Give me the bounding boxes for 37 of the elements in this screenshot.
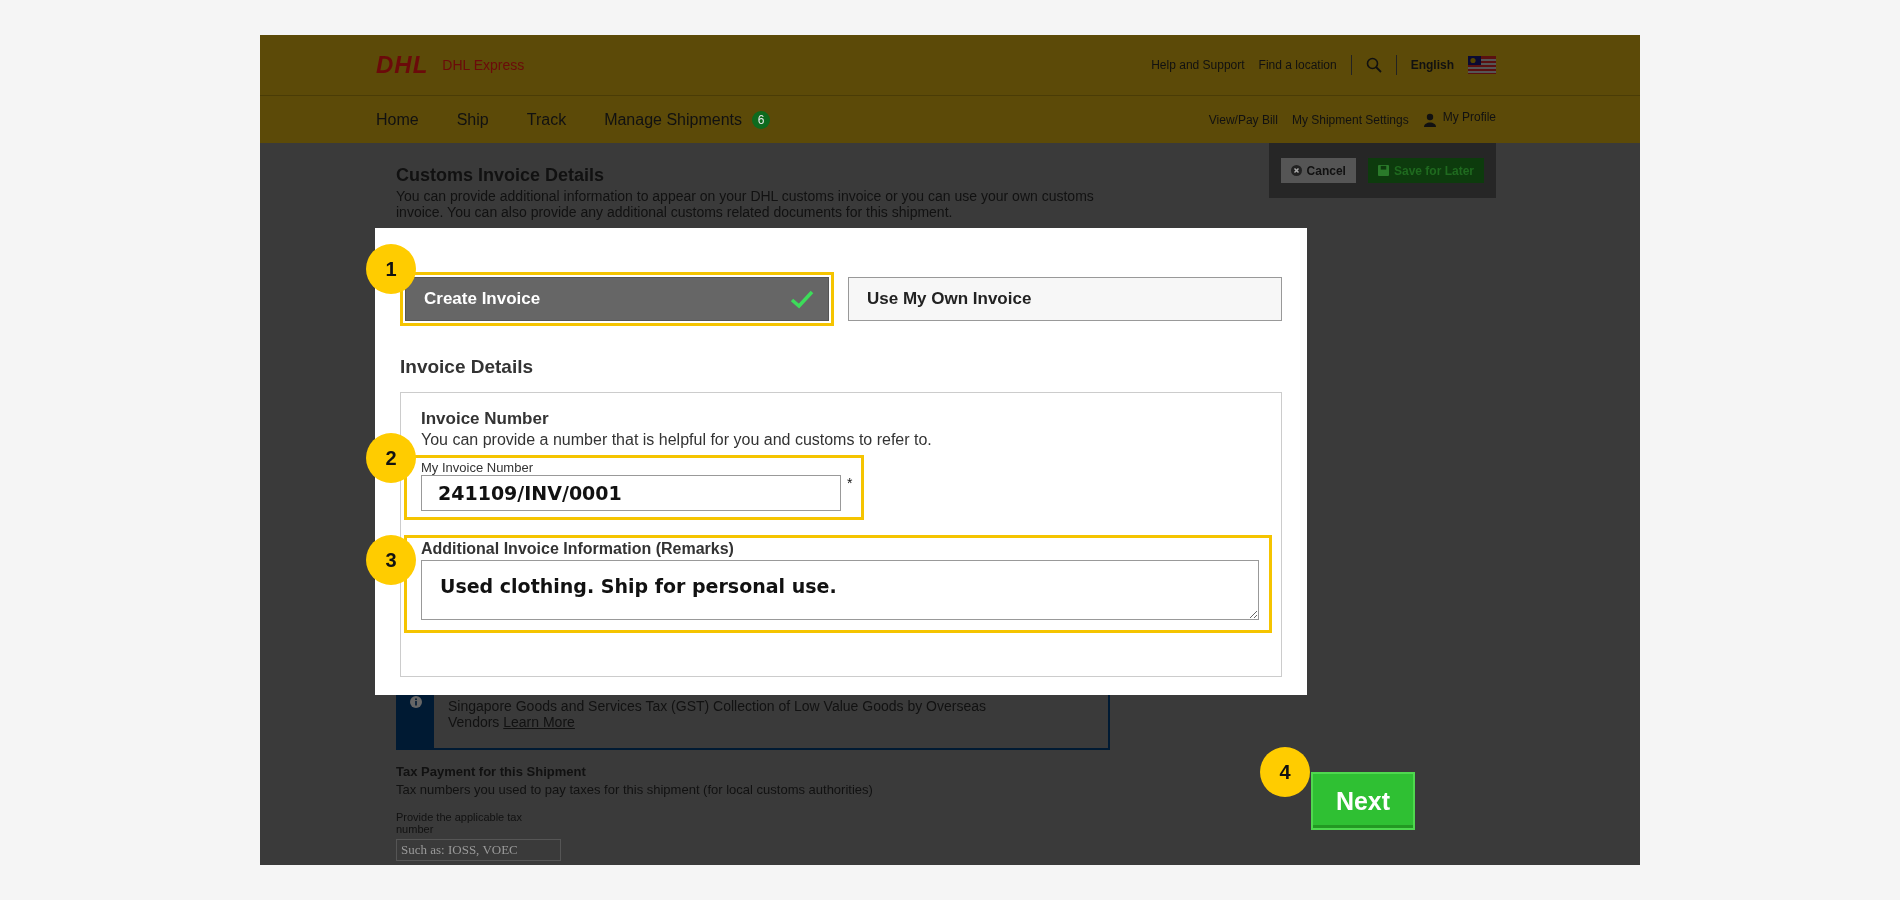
language-link[interactable]: English: [1410, 58, 1454, 72]
invoice-tab[interactable]: Create Invoice: [405, 277, 829, 321]
info-icon: [410, 696, 422, 708]
count-badge: 6: [752, 110, 770, 129]
header-link[interactable]: Help and Support: [1151, 58, 1245, 72]
search-icon[interactable]: [1365, 57, 1382, 73]
tax-number-field[interactable]: Such as: IOSS, VOEC: [396, 839, 561, 861]
step-number: 2: [366, 433, 416, 483]
section-title: Invoice Details: [400, 356, 535, 378]
brand-name: DHL Express: [442, 57, 525, 73]
next-button[interactable]: Next: [1311, 772, 1415, 830]
field-group-title: Invoice Number: [421, 409, 550, 429]
check-icon: [790, 289, 814, 309]
logo[interactable]: DHL: [376, 51, 429, 79]
flag-icon: [1468, 56, 1496, 74]
nav-link[interactable]: My Shipment Settings: [1291, 112, 1409, 127]
step-number: 4: [1260, 747, 1310, 797]
cancel-button[interactable]: Cancel: [1280, 158, 1356, 183]
user-icon: [1422, 112, 1437, 127]
field-label: My Invoice Number: [421, 460, 534, 475]
save-icon: [1377, 165, 1389, 176]
header-link[interactable]: Find a location: [1258, 58, 1337, 72]
profile-link[interactable]: My Profile: [1442, 109, 1496, 124]
remarks-field[interactable]: Used clothing. Ship for personal use.: [421, 560, 1259, 620]
required-mark: *: [847, 475, 853, 491]
nav-link[interactable]: Home: [376, 110, 419, 129]
close-icon: [1290, 165, 1302, 176]
nav-link[interactable]: Ship: [456, 110, 489, 129]
step-number: 3: [366, 535, 416, 585]
invoice-tab[interactable]: Use My Own Invoice: [848, 277, 1282, 321]
field-label: Additional Invoice Information (Remarks): [421, 540, 735, 558]
nav-link[interactable]: Manage Shipments: [604, 110, 742, 129]
step-number: 1: [366, 244, 416, 294]
invoice-number-field[interactable]: 241109/INV/0001: [421, 475, 841, 511]
field-group-description: You can provide a number that is helpful for you and customs to refer to.: [421, 431, 933, 449]
nav-link[interactable]: View/Pay Bill: [1208, 112, 1278, 127]
nav-link[interactable]: Track: [526, 110, 567, 129]
